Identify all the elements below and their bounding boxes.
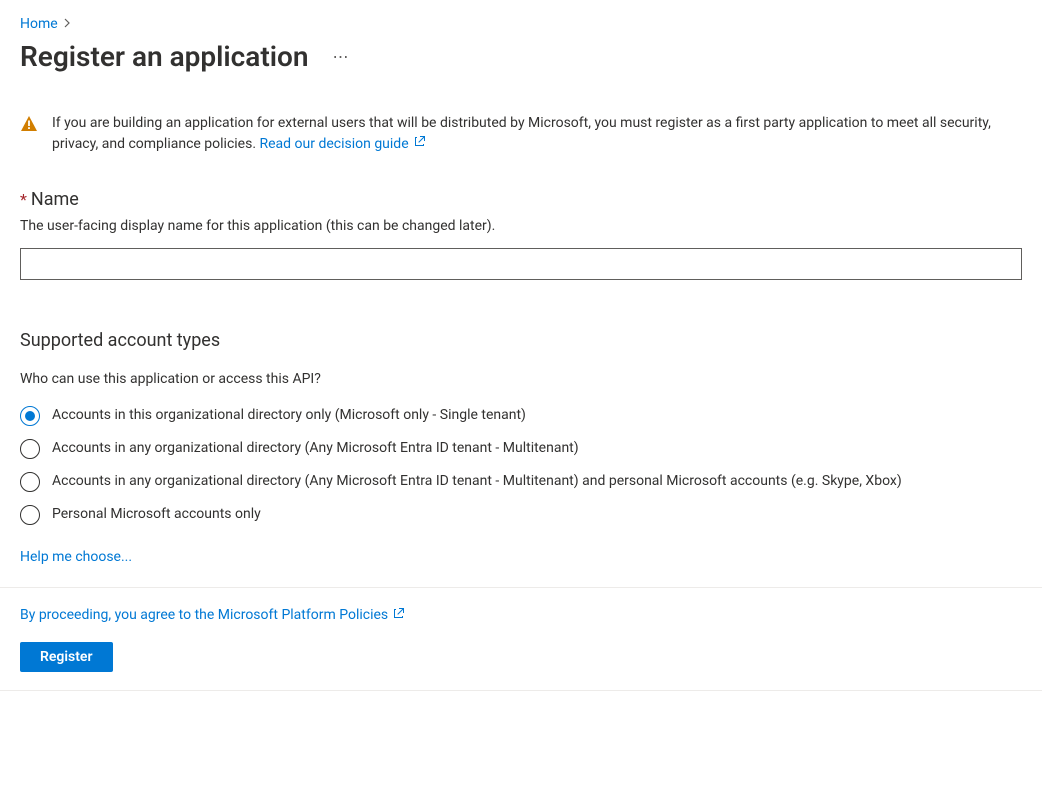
divider xyxy=(0,690,1042,691)
radio-label: Accounts in any organizational directory… xyxy=(52,438,579,459)
name-field-label: Name xyxy=(31,189,79,210)
radio-label: Accounts in this organizational director… xyxy=(52,405,526,426)
radio-circle-icon xyxy=(20,439,40,459)
external-link-icon xyxy=(413,134,427,155)
page-title: Register an application xyxy=(20,40,309,73)
radio-option-personal-only[interactable]: Personal Microsoft accounts only xyxy=(20,504,1022,525)
policy-link-row: By proceeding, you agree to the Microsof… xyxy=(20,606,1022,624)
page-title-row: Register an application ⋯ xyxy=(20,40,1022,73)
radio-option-single-tenant[interactable]: Accounts in this organizational director… xyxy=(20,405,1022,426)
more-actions-button[interactable]: ⋯ xyxy=(325,43,358,70)
external-link-icon xyxy=(392,606,406,624)
help-me-choose-link[interactable]: Help me choose... xyxy=(20,549,132,565)
info-banner: If you are building an application for e… xyxy=(20,113,1022,155)
breadcrumb-home-link[interactable]: Home xyxy=(20,16,58,32)
name-label-row: * Name xyxy=(20,189,1022,210)
breadcrumb: Home xyxy=(20,16,1022,32)
info-banner-text: If you are building an application for e… xyxy=(52,113,1022,155)
divider xyxy=(0,587,1042,588)
platform-policies-link[interactable]: By proceeding, you agree to the Microsof… xyxy=(20,607,406,623)
name-field-description: The user-facing display name for this ap… xyxy=(20,218,1022,234)
required-asterisk: * xyxy=(20,190,27,209)
radio-circle-icon xyxy=(20,406,40,426)
name-input[interactable] xyxy=(20,248,1022,280)
radio-option-multitenant[interactable]: Accounts in any organizational directory… xyxy=(20,438,1022,459)
account-types-question: Who can use this application or access t… xyxy=(20,371,1022,387)
radio-label: Accounts in any organizational directory… xyxy=(52,471,902,492)
banner-text: If you are building an application for e… xyxy=(52,115,991,152)
radio-label: Personal Microsoft accounts only xyxy=(52,504,261,525)
radio-circle-icon xyxy=(20,472,40,492)
decision-guide-link[interactable]: Read our decision guide xyxy=(260,136,427,152)
account-types-heading: Supported account types xyxy=(20,330,1022,351)
warning-icon xyxy=(20,115,38,137)
chevron-right-icon xyxy=(64,18,72,31)
radio-option-multitenant-personal[interactable]: Accounts in any organizational directory… xyxy=(20,471,1022,492)
register-button[interactable]: Register xyxy=(20,642,113,672)
account-types-radio-group: Accounts in this organizational director… xyxy=(20,405,1022,525)
radio-circle-icon xyxy=(20,505,40,525)
